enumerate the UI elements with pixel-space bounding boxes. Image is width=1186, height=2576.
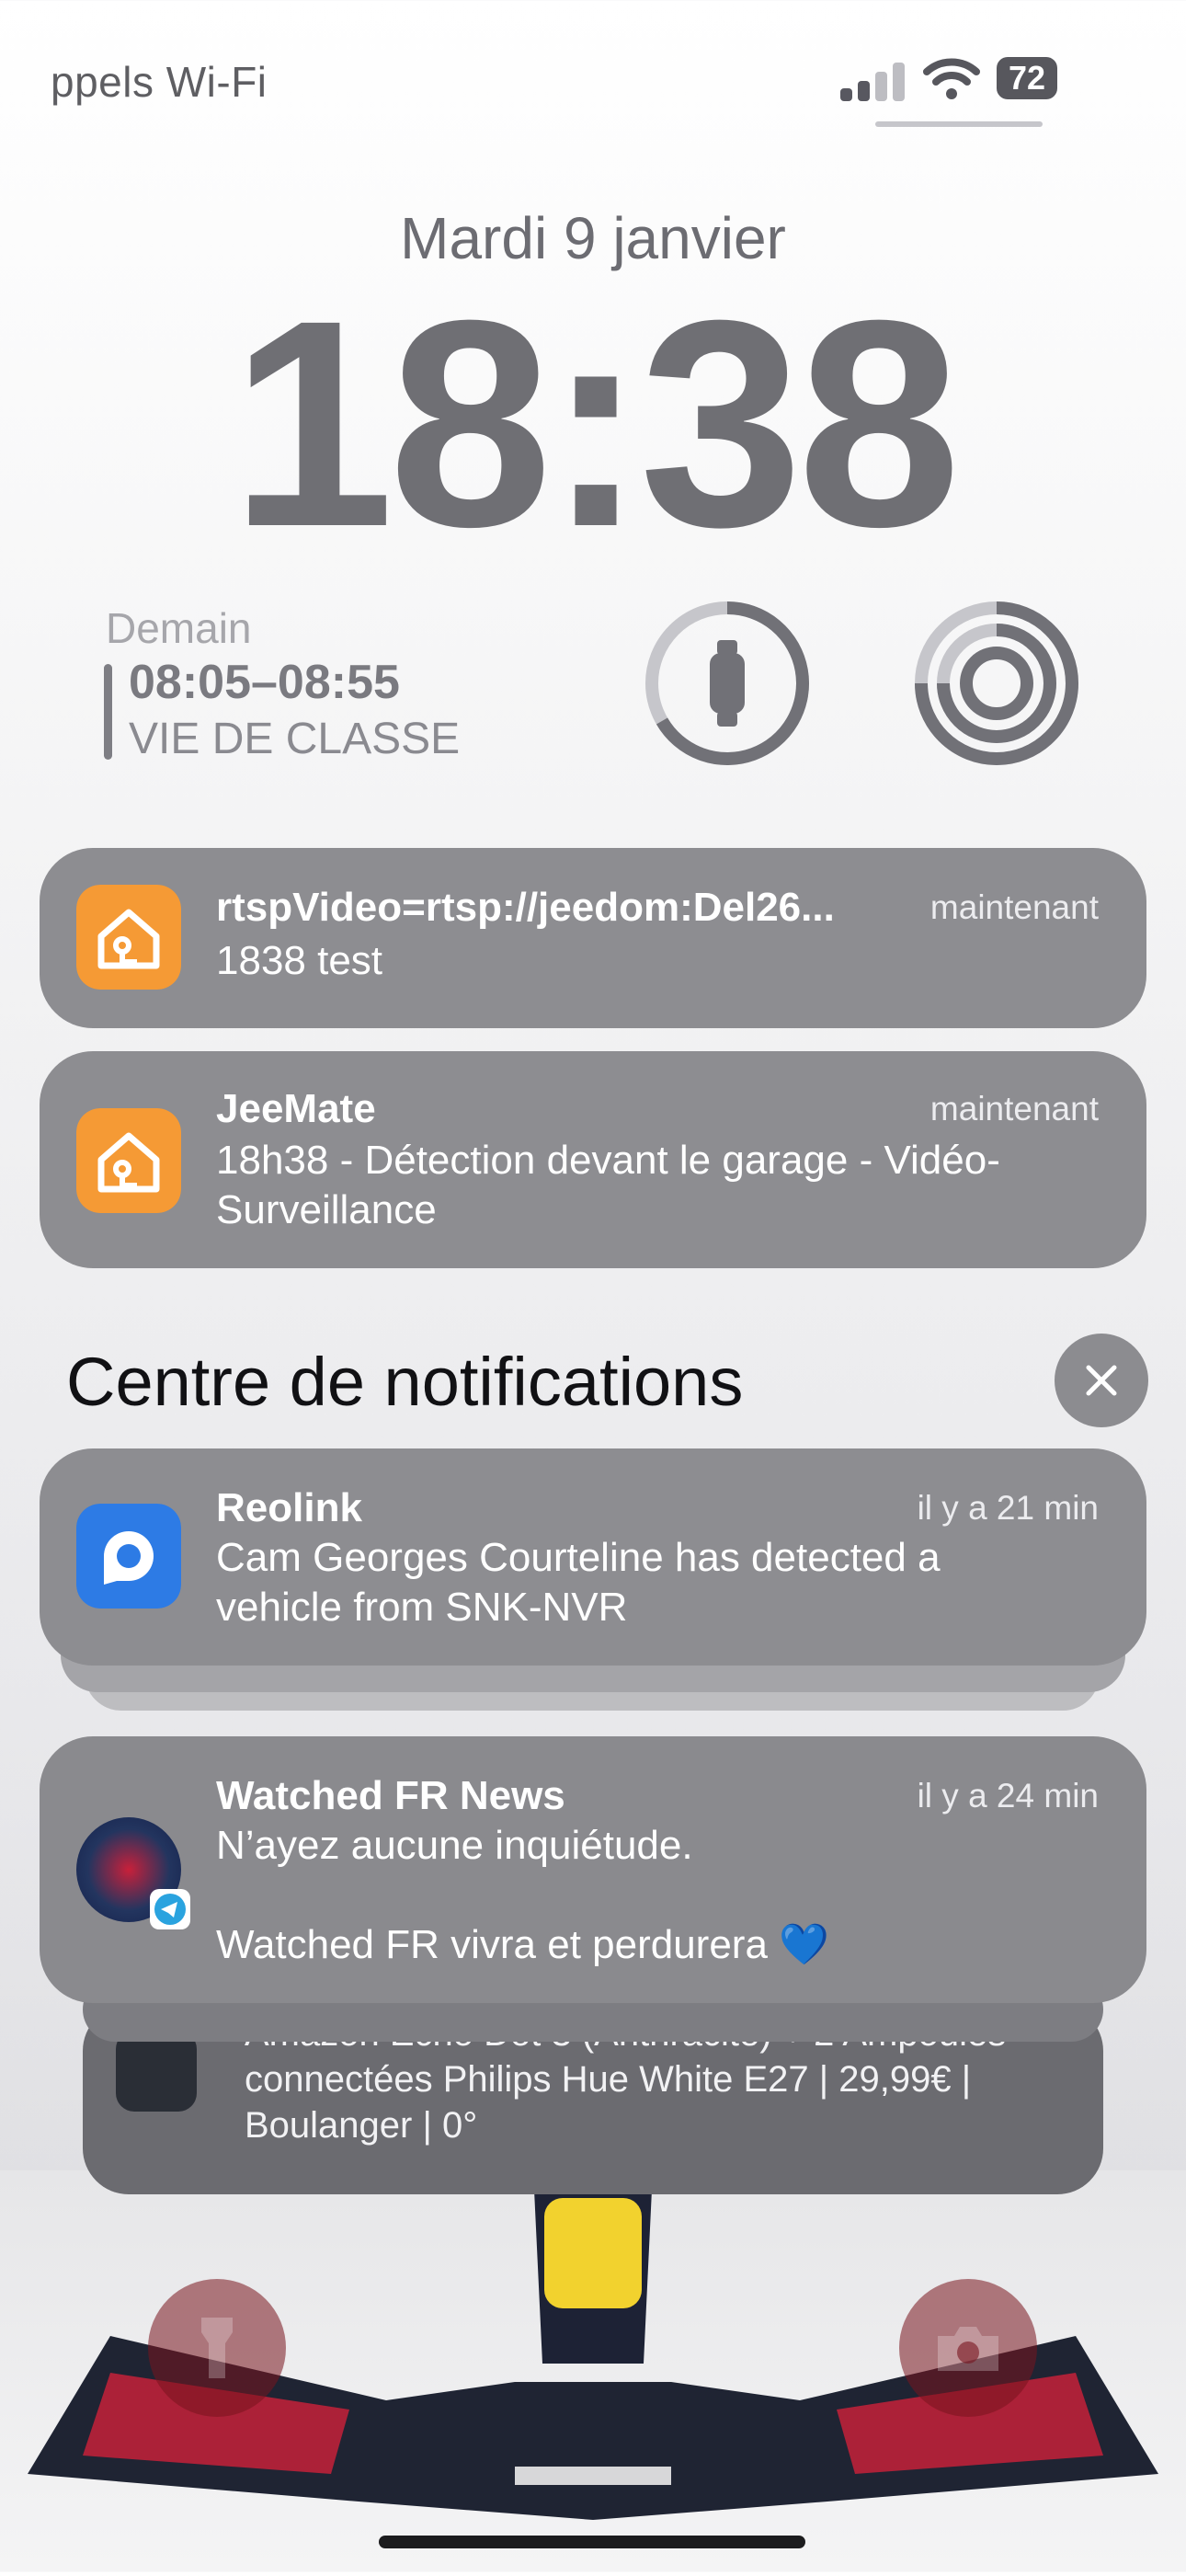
home-indicator[interactable] (379, 2536, 805, 2548)
battery-icon: 72 (997, 57, 1057, 99)
carrier-label: ppels Wi-Fi (51, 58, 268, 106)
camera-icon (938, 2327, 998, 2371)
notification-time: il y a 21 min (917, 1489, 1099, 1527)
lock-time: 18:38 (230, 258, 961, 588)
notification-time: maintenant (929, 888, 1099, 926)
notification-card[interactable]: JeeMate maintenant 18h38 - Détection dev… (40, 1051, 1146, 1268)
calendar-event-time: 08:05–08:55 (129, 656, 400, 709)
telegram-badge-icon (150, 1889, 190, 1929)
calendar-event-bar (104, 664, 112, 760)
notification-body: Cam Georges Courteline has detected a ve… (216, 1535, 941, 1630)
house-app-icon (76, 1108, 181, 1213)
flashlight-icon (201, 2318, 233, 2378)
notification-app: Watched FR News (216, 1773, 565, 1818)
notification-center-title: Centre de notifications (66, 1344, 744, 1420)
calendar-event-name: VIE DE CLASSE (129, 715, 461, 763)
notification-body: 1838 test (216, 938, 383, 983)
app-icon (116, 2031, 197, 2112)
battery-level: 72 (1008, 59, 1046, 97)
notification-card[interactable]: rtspVideo=rtsp://jeedom:Del26... mainten… (40, 848, 1146, 1028)
notification-time: maintenant (929, 1090, 1099, 1128)
reolink-app-icon (76, 1504, 181, 1609)
watch-ring-icon[interactable] (644, 600, 811, 767)
status-underline (875, 121, 1043, 127)
clear-notifications-button[interactable] (1055, 1334, 1148, 1427)
notification-time: il y a 24 min (917, 1777, 1099, 1815)
close-icon (1086, 1365, 1117, 1396)
signal-icon (840, 61, 905, 101)
calendar-day: Demain (106, 604, 252, 652)
wifi-icon (923, 58, 980, 99)
notification-app: Reolink (216, 1485, 362, 1530)
camera-button[interactable] (899, 2279, 1037, 2417)
flashlight-button[interactable] (148, 2279, 286, 2417)
notification-app: rtspVideo=rtsp://jeedom:Del26... (216, 885, 835, 930)
notification-app: JeeMate (216, 1086, 376, 1131)
notification-body: 18h38 - Détection devant le garage - Vid… (216, 1138, 1000, 1232)
notification-body-line2: Watched FR vivra et perdurera 💙 (216, 1922, 829, 1967)
activity-ring-icon[interactable] (913, 600, 1080, 767)
house-app-icon (76, 885, 181, 990)
notification-body-line1: N’ayez aucune inquiétude. (216, 1823, 693, 1868)
notification-card[interactable]: Watched FR News il y a 24 min N’ayez auc… (40, 1736, 1146, 2003)
notification-card[interactable]: Reolink il y a 21 min Cam Georges Courte… (40, 1448, 1146, 1666)
